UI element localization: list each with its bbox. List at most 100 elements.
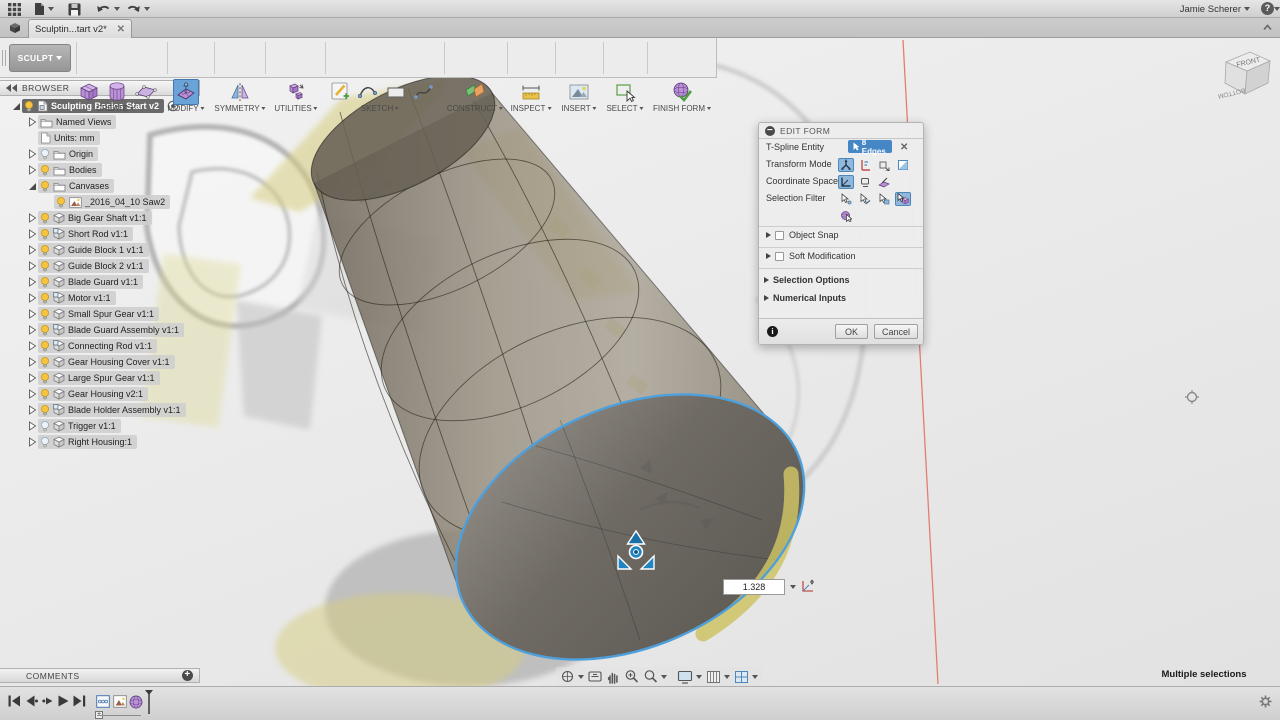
inspect-measure-icon[interactable] bbox=[519, 80, 543, 104]
tree-expand-collapsed-icon[interactable] bbox=[28, 117, 37, 127]
tree-expand-collapsed-icon[interactable] bbox=[28, 293, 37, 303]
create-cylinder-icon[interactable] bbox=[105, 80, 129, 104]
tree-item[interactable]: Units: mm bbox=[0, 130, 210, 146]
user-menu[interactable]: Jamie Scherer bbox=[1180, 0, 1250, 18]
toolbar-group-finish-form[interactable]: FINISH FORM bbox=[653, 104, 705, 113]
ok-button[interactable]: OK bbox=[835, 324, 868, 339]
clear-selection-icon[interactable]: ✕ bbox=[900, 142, 908, 153]
step-back-icon[interactable] bbox=[25, 695, 38, 707]
select-window-icon[interactable] bbox=[613, 80, 637, 104]
toolbar-group-construct[interactable]: CONSTRUCT bbox=[447, 104, 497, 113]
tree-item[interactable]: Trigger v1:1 bbox=[0, 418, 210, 434]
filter-tspline-body-icon[interactable] bbox=[838, 209, 854, 223]
construct-plane-icon[interactable] bbox=[463, 80, 487, 104]
comments-panel-header[interactable]: COMMENTS + bbox=[0, 668, 200, 683]
tree-item-label[interactable]: _2016_04_10 Saw2 bbox=[85, 197, 165, 207]
filter-face-icon[interactable] bbox=[876, 192, 892, 206]
toolbar-group-utilities[interactable]: UTILITIES bbox=[274, 104, 311, 113]
view-space-icon[interactable] bbox=[857, 175, 873, 189]
tree-item[interactable]: Large Spur Gear v1:1 bbox=[0, 370, 210, 386]
tree-item-label[interactable]: Motor v1:1 bbox=[68, 293, 111, 303]
tree-item[interactable]: Origin bbox=[0, 146, 210, 162]
tree-expand-expanded-icon[interactable] bbox=[27, 181, 37, 191]
tree-expand-collapsed-icon[interactable] bbox=[28, 437, 37, 447]
toolbar-group-create[interactable]: CREATE bbox=[96, 104, 128, 113]
tree-item-label[interactable]: Blade Guard v1:1 bbox=[68, 277, 138, 287]
toolbar-group-symmetry[interactable]: SYMMETRY bbox=[214, 104, 259, 113]
play-icon[interactable] bbox=[57, 695, 69, 707]
tree-item[interactable]: Named Views bbox=[0, 114, 210, 130]
tree-expand-collapsed-icon[interactable] bbox=[28, 373, 37, 383]
visibility-bulb-on-icon[interactable] bbox=[40, 260, 50, 273]
toolbar-group-select[interactable]: SELECT bbox=[606, 104, 637, 113]
finish-form-icon[interactable] bbox=[670, 80, 694, 104]
tree-item-label[interactable]: Origin bbox=[69, 149, 93, 159]
visibility-bulb-on-icon[interactable] bbox=[40, 372, 50, 385]
help-icon[interactable]: ? bbox=[1261, 2, 1274, 15]
visibility-bulb-on-icon[interactable] bbox=[40, 324, 50, 337]
timeline-position-marker[interactable] bbox=[145, 690, 153, 714]
soft-modification-checkbox[interactable] bbox=[775, 251, 784, 261]
visibility-bulb-on-icon[interactable] bbox=[40, 244, 50, 257]
visibility-bulb-on-icon[interactable] bbox=[40, 356, 50, 369]
local-space-icon[interactable] bbox=[876, 175, 892, 189]
help-menu-caret[interactable] bbox=[1274, 7, 1280, 11]
zoom-window-icon[interactable] bbox=[643, 669, 667, 684]
scale-icon[interactable] bbox=[895, 158, 911, 172]
browser-collapse-icon[interactable] bbox=[6, 84, 18, 92]
visibility-bulb-on-icon[interactable] bbox=[40, 340, 50, 353]
tree-expand-collapsed-icon[interactable] bbox=[28, 341, 37, 351]
tspline-entity-selection-chip[interactable]: 8 Edges bbox=[848, 138, 893, 156]
file-menu-icon[interactable] bbox=[34, 2, 54, 16]
sketch-spline-icon[interactable] bbox=[356, 80, 380, 104]
tree-item[interactable]: Blade Guard v1:1 bbox=[0, 274, 210, 290]
tree-expand-collapsed-icon[interactable] bbox=[28, 325, 37, 335]
redo-icon[interactable] bbox=[126, 2, 150, 16]
tree-expand-collapsed-icon[interactable] bbox=[28, 149, 37, 159]
undo-icon[interactable] bbox=[96, 2, 120, 16]
visibility-bulb-on-icon[interactable] bbox=[40, 292, 50, 305]
tree-item[interactable]: Small Spur Gear v1:1 bbox=[0, 306, 210, 322]
tree-item-label[interactable]: Guide Block 1 v1:1 bbox=[68, 245, 144, 255]
visibility-bulb-off-icon[interactable] bbox=[40, 436, 50, 449]
visibility-bulb-on-icon[interactable] bbox=[56, 196, 66, 209]
tree-item-label[interactable]: Short Rod v1:1 bbox=[68, 229, 128, 239]
visibility-bulb-on-icon[interactable] bbox=[40, 276, 50, 289]
tree-expand-collapsed-icon[interactable] bbox=[28, 229, 37, 239]
pan-icon[interactable] bbox=[606, 670, 620, 684]
visibility-bulb-on-icon[interactable] bbox=[40, 228, 50, 241]
tree-expand-expanded-icon[interactable] bbox=[11, 101, 21, 111]
environment-menu-button[interactable]: SCULPT bbox=[9, 44, 71, 72]
tree-item-label[interactable]: Gear Housing Cover v1:1 bbox=[68, 357, 170, 367]
info-icon[interactable]: i bbox=[767, 326, 778, 337]
cancel-button[interactable]: Cancel bbox=[874, 324, 918, 339]
tree-item[interactable]: _2016_04_10 Saw2 bbox=[0, 194, 210, 210]
move-linear-icon[interactable] bbox=[857, 158, 873, 172]
tree-item-label[interactable]: Blade Holder Assembly v1:1 bbox=[68, 405, 181, 415]
manipulator-value-dropdown[interactable] bbox=[785, 579, 798, 595]
tree-item-label[interactable]: Named Views bbox=[56, 117, 111, 127]
tree-expand-collapsed-icon[interactable] bbox=[28, 309, 37, 319]
filter-body-icon[interactable] bbox=[895, 192, 911, 206]
translate-triad-icon[interactable] bbox=[838, 158, 854, 172]
tree-item[interactable]: Blade Guard Assembly v1:1 bbox=[0, 322, 210, 338]
tree-item[interactable]: Gear Housing Cover v1:1 bbox=[0, 354, 210, 370]
filter-vertex-icon[interactable] bbox=[838, 192, 854, 206]
tree-item-label[interactable]: Large Spur Gear v1:1 bbox=[68, 373, 155, 383]
dialog-collapse-icon[interactable]: − bbox=[765, 125, 775, 136]
visibility-bulb-off-icon[interactable] bbox=[40, 420, 50, 433]
toolbar-group-insert[interactable]: INSERT bbox=[561, 104, 590, 113]
create-box-icon[interactable] bbox=[77, 80, 101, 104]
tree-expand-collapsed-icon[interactable] bbox=[28, 261, 37, 271]
orbit-icon[interactable] bbox=[560, 669, 584, 684]
tree-item[interactable]: Motor v1:1 bbox=[0, 290, 210, 306]
utilities-icon[interactable] bbox=[284, 80, 308, 104]
app-grid-icon[interactable] bbox=[8, 2, 21, 16]
comments-add-icon[interactable]: + bbox=[182, 670, 193, 681]
toolbar-group-modify[interactable]: MODIFY bbox=[167, 104, 198, 113]
tree-item[interactable]: Bodies bbox=[0, 162, 210, 178]
tree-item-label[interactable]: Units: mm bbox=[54, 133, 95, 143]
viewports-icon[interactable] bbox=[734, 670, 758, 684]
zoom-icon[interactable] bbox=[624, 669, 639, 684]
object-snap-checkbox[interactable] bbox=[775, 230, 784, 240]
